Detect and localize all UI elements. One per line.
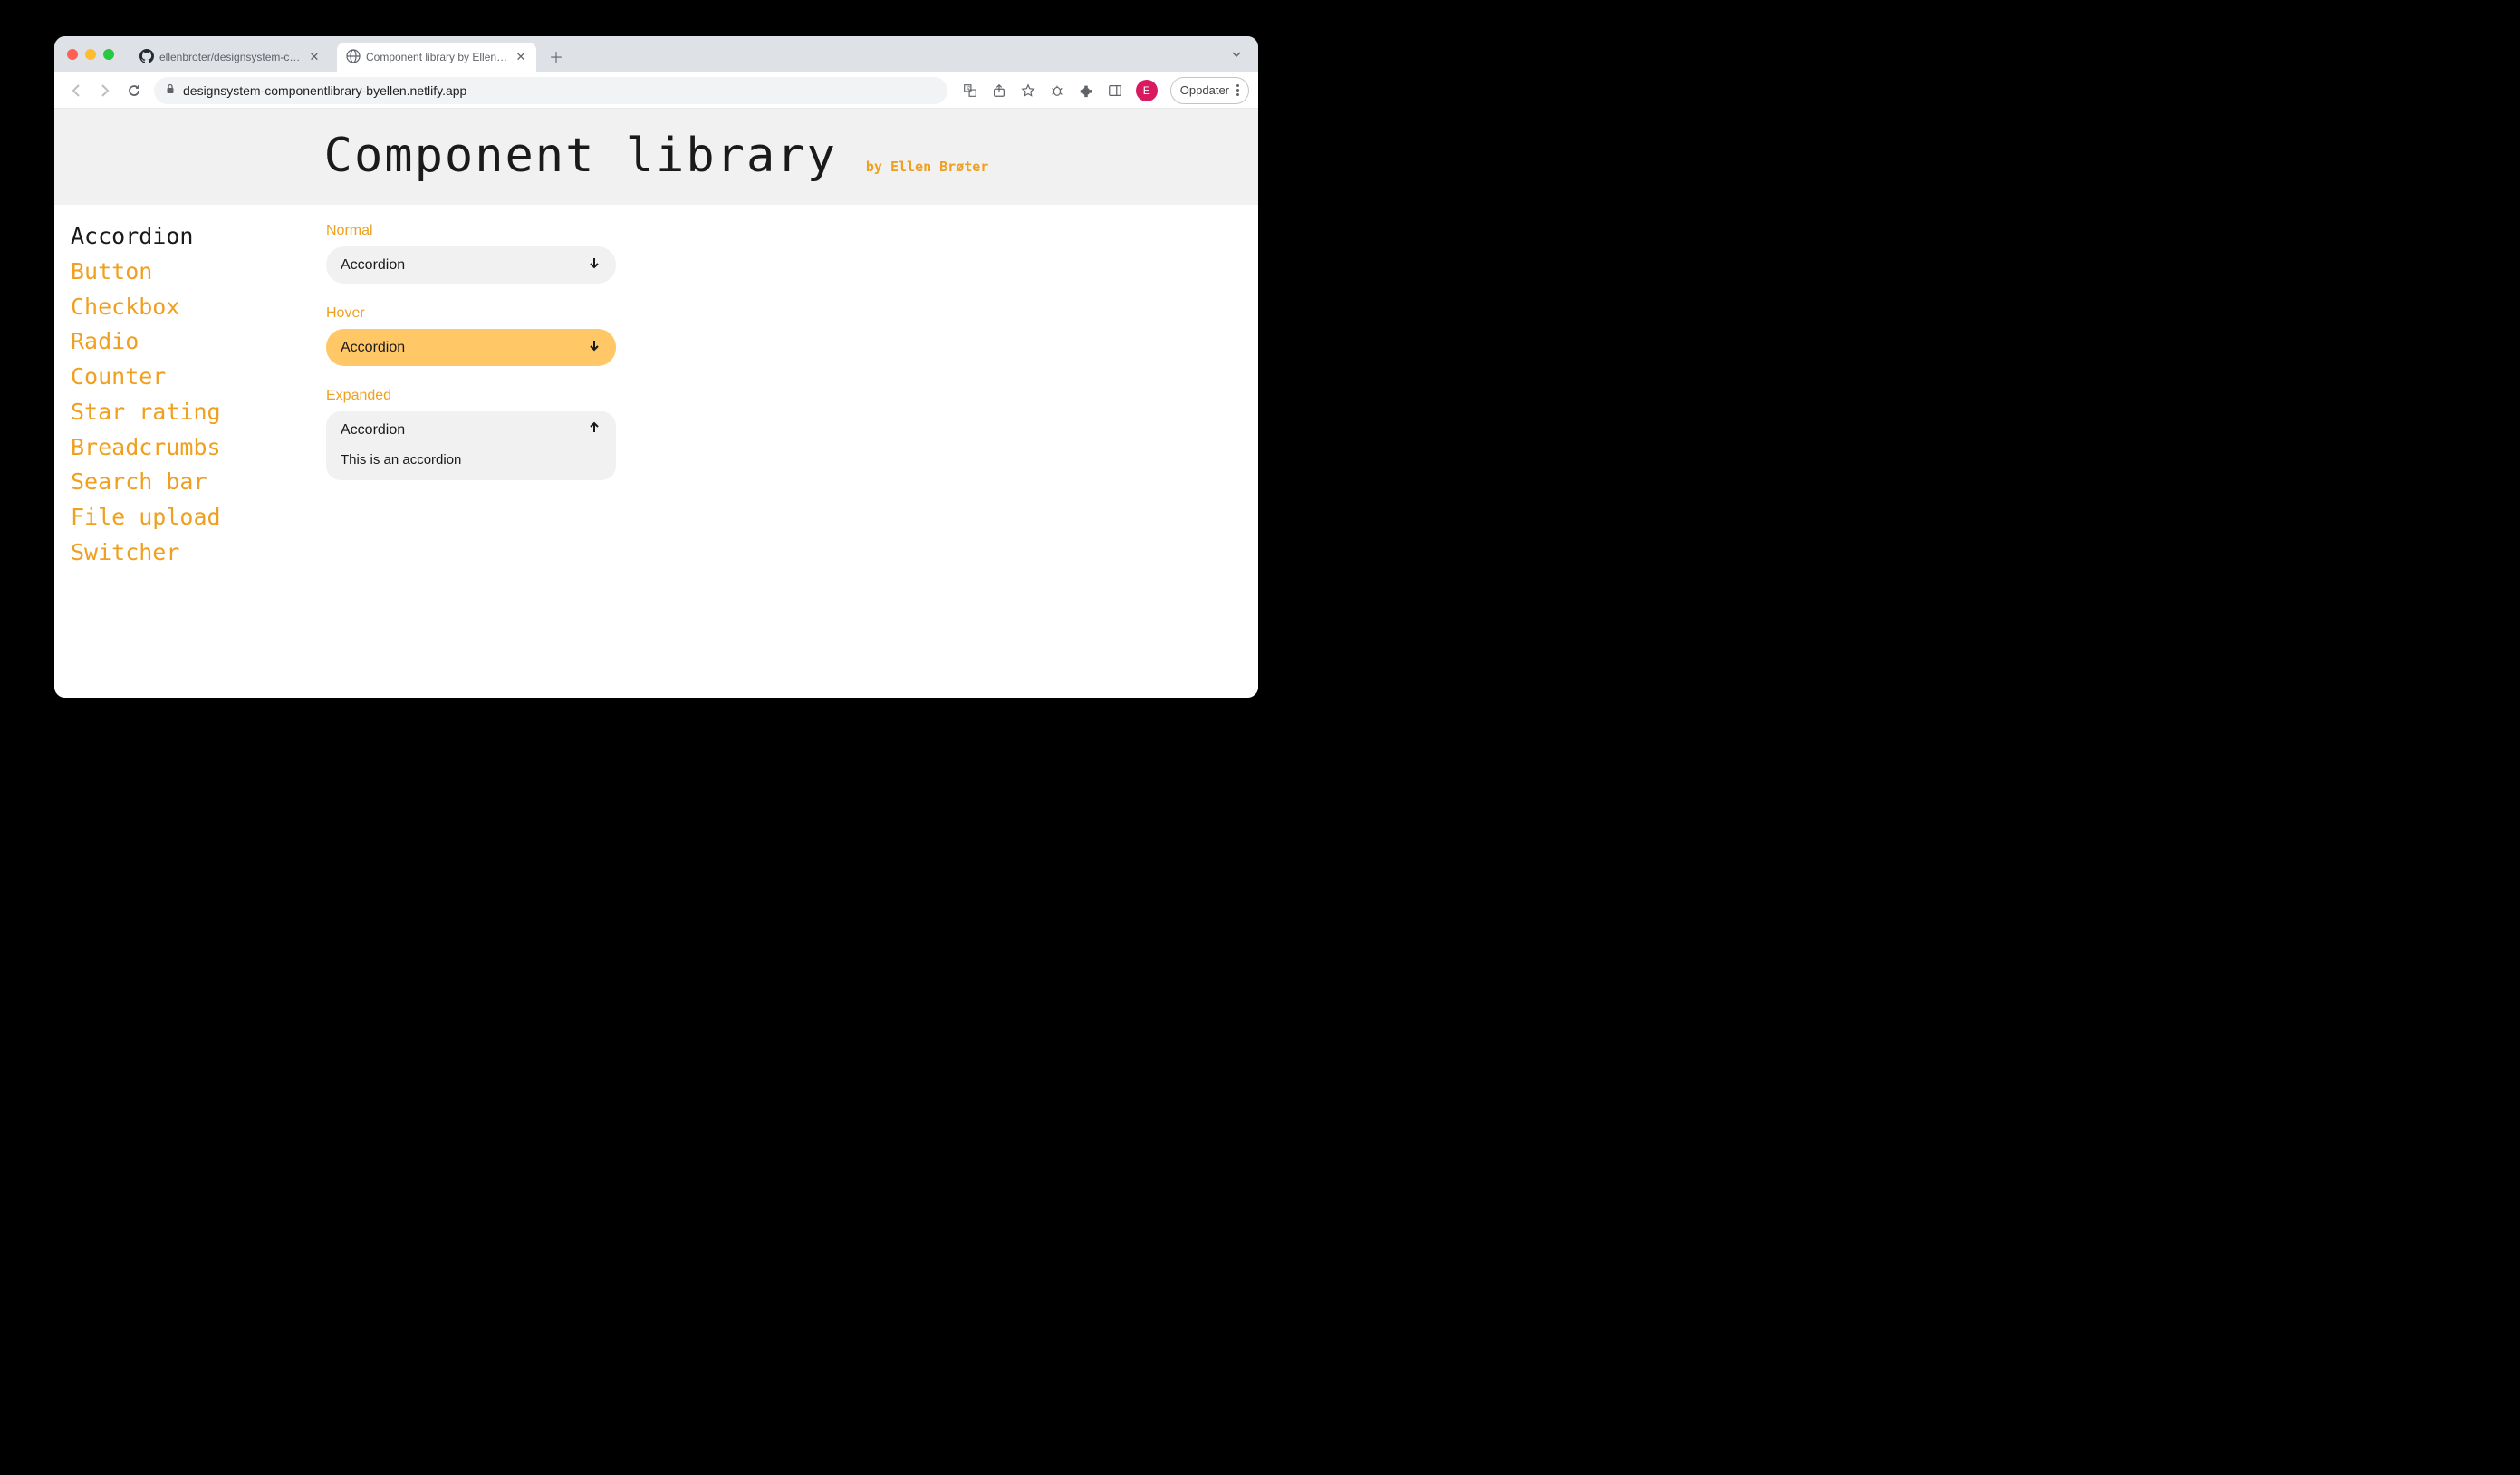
lock-icon [165,83,176,97]
close-tab-icon[interactable]: ✕ [308,51,321,63]
forward-button[interactable] [92,78,118,103]
page-body: Accordion Button Checkbox Radio Counter … [54,205,1258,698]
bug-icon[interactable] [1049,82,1065,99]
tab-bar: ellenbroter/designsystem-com ✕ Component… [54,36,1258,72]
sidebar-item-accordion[interactable]: Accordion [71,219,308,255]
sidebar-item-breadcrumbs[interactable]: Breadcrumbs [71,430,308,466]
menu-icon [1236,84,1239,96]
toolbar: designsystem-componentlibrary-byellen.ne… [54,72,1258,109]
update-button[interactable]: Oppdater [1170,77,1249,104]
browser-window: ellenbroter/designsystem-com ✕ Component… [54,36,1258,698]
close-window-button[interactable] [67,49,78,60]
arrow-down-icon [587,255,601,275]
section-label-expanded: Expanded [326,388,1258,404]
profile-letter: E [1143,84,1150,97]
sidebar: Accordion Button Checkbox Radio Counter … [54,219,308,683]
accordion-title: Accordion [341,340,405,356]
tab-github[interactable]: ellenbroter/designsystem-com ✕ [130,43,330,72]
svg-text:文: 文 [966,84,971,92]
update-label: Oppdater [1180,83,1229,97]
url-bar[interactable]: designsystem-componentlibrary-byellen.ne… [154,77,947,104]
accordion-title: Accordion [341,257,405,274]
url-text: designsystem-componentlibrary-byellen.ne… [183,83,466,98]
tab-title: ellenbroter/designsystem-com [159,51,303,63]
page-header: Component library by Ellen Brøter [54,109,1258,205]
accordion-header[interactable]: Accordion [341,338,601,357]
back-button[interactable] [63,78,89,103]
share-icon[interactable] [991,82,1007,99]
reload-button[interactable] [121,78,147,103]
sidepanel-icon[interactable] [1107,82,1123,99]
minimize-window-button[interactable] [85,49,96,60]
tab-title: Component library by Ellen Br [366,51,509,63]
tab-component-library[interactable]: Component library by Ellen Br ✕ [337,43,536,72]
sidebar-item-file-upload[interactable]: File upload [71,500,308,535]
page-content: Component library by Ellen Brøter Accord… [54,109,1258,698]
new-tab-button[interactable]: ＋ [543,43,569,69]
tab-overflow-button[interactable] [1224,42,1249,67]
sidebar-item-radio[interactable]: Radio [71,324,308,360]
profile-avatar[interactable]: E [1136,80,1158,101]
accordion-expanded[interactable]: Accordion This is an accordion [326,411,616,480]
section-label-hover: Hover [326,305,1258,322]
accordion-title: Accordion [341,422,405,439]
sidebar-item-switcher[interactable]: Switcher [71,535,308,571]
globe-icon [346,49,361,66]
window-controls [67,49,114,60]
arrow-up-icon [587,420,601,439]
arrow-down-icon [587,338,601,357]
sidebar-item-search-bar[interactable]: Search bar [71,465,308,500]
accordion-hover[interactable]: Accordion [326,329,616,366]
accordion-normal[interactable]: Accordion [326,246,616,284]
sidebar-item-button[interactable]: Button [71,255,308,290]
extensions-icon[interactable] [1078,82,1094,99]
sidebar-item-checkbox[interactable]: Checkbox [71,290,308,325]
accordion-header[interactable]: Accordion [341,255,601,275]
page-title: Component library [324,129,837,183]
main: Normal Accordion Hover Accordion [308,219,1258,683]
sidebar-item-counter[interactable]: Counter [71,360,308,395]
sidebar-item-star-rating[interactable]: Star rating [71,395,308,430]
section-label-normal: Normal [326,223,1258,239]
maximize-window-button[interactable] [103,49,114,60]
star-icon[interactable] [1020,82,1036,99]
accordion-body: This is an accordion [341,452,601,468]
accordion-header[interactable]: Accordion [341,420,601,439]
close-tab-icon[interactable]: ✕ [515,51,527,63]
toolbar-actions: 文 E Oppdater [962,77,1249,104]
github-icon [139,49,154,66]
page-byline: by Ellen Brøter [866,159,988,175]
translate-icon[interactable]: 文 [962,82,978,99]
